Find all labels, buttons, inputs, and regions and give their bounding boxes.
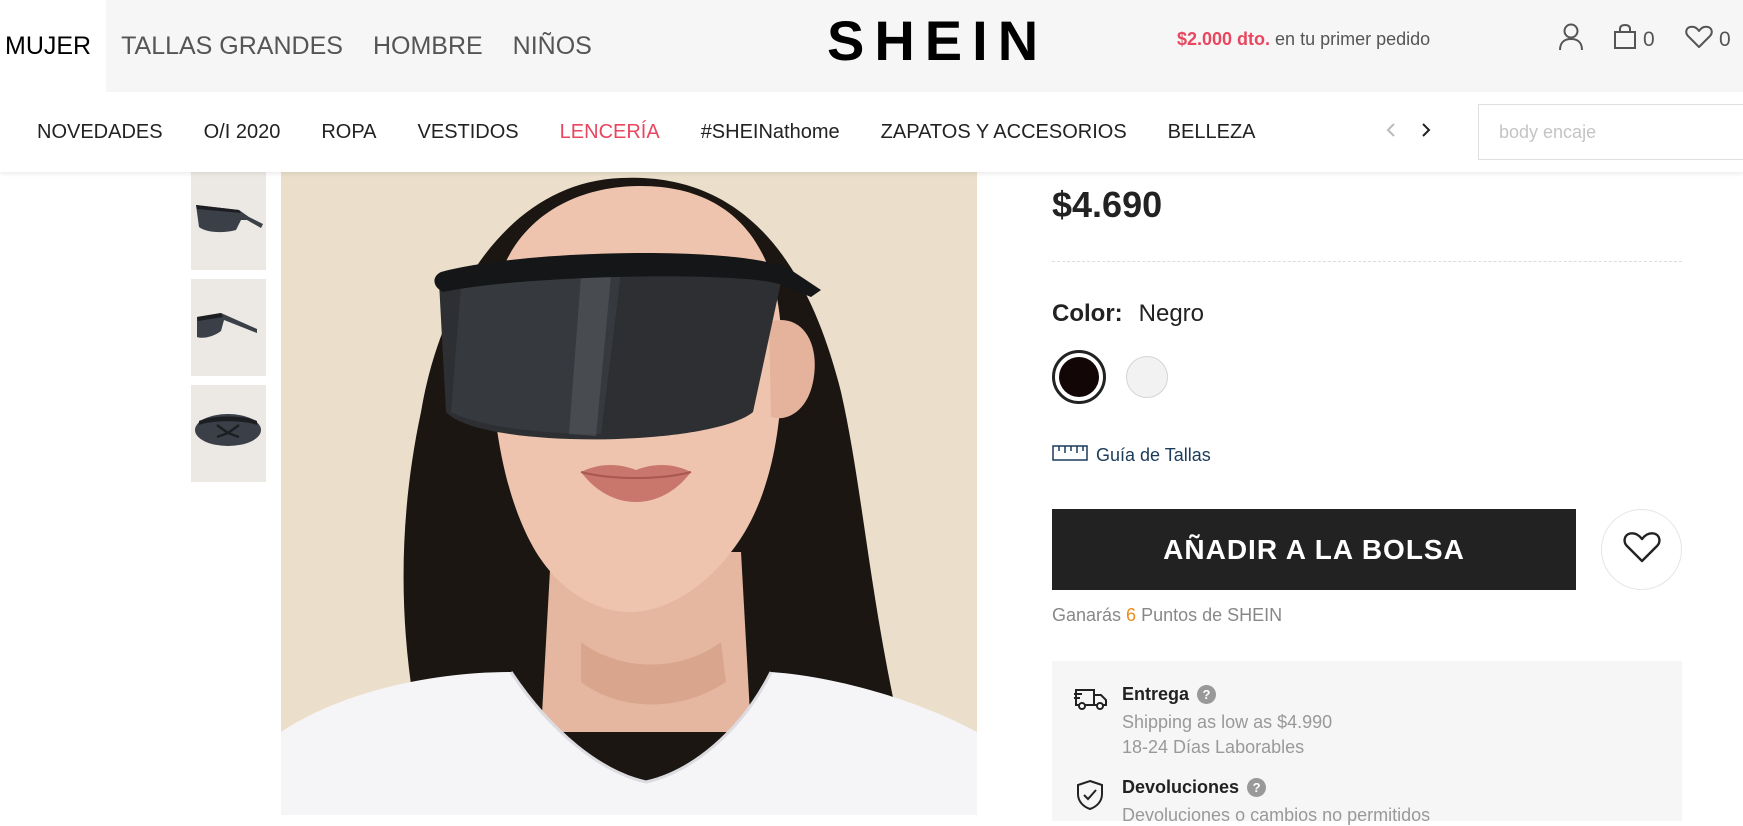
- wishlist-button[interactable]: 0: [1685, 24, 1731, 56]
- shopping-bag-icon: [1613, 23, 1637, 56]
- returns-policy: Devoluciones o cambios no permitidos: [1122, 805, 1431, 825]
- truck-icon: [1074, 687, 1108, 716]
- nav-sheinathome[interactable]: #SHEINathome: [701, 121, 840, 144]
- shield-check-icon: [1076, 779, 1104, 816]
- add-to-bag-button[interactable]: AÑADIR A LA BOLSA: [1052, 509, 1576, 590]
- divider: [1052, 261, 1682, 262]
- points-number: 6: [1126, 605, 1137, 625]
- tab-hombre[interactable]: HOMBRE: [358, 0, 498, 92]
- product-price: $4.690: [1052, 184, 1163, 225]
- delivery-help-icon[interactable]: ?: [1197, 685, 1217, 704]
- reward-points-text: Ganarás 6 Puntos de SHEIN: [1052, 605, 1282, 626]
- nav-zapatos-accesorios[interactable]: ZAPATOS Y ACCESORIOS: [881, 121, 1127, 144]
- delivery-time: 18-24 Días Laborables: [1122, 737, 1305, 757]
- tab-mujer[interactable]: MUJER: [0, 0, 107, 92]
- chevron-left-icon: [1386, 122, 1396, 143]
- product-thumbnail-1[interactable]: [191, 172, 266, 270]
- promo-amount: $2.000 dto.: [1177, 29, 1271, 49]
- size-guide-link[interactable]: Guía de Tallas: [1052, 445, 1211, 466]
- model-wearing-visor-image: [281, 172, 977, 815]
- color-label: Color:: [1052, 300, 1123, 327]
- shein-logo[interactable]: SHEIN: [827, 8, 1048, 73]
- points-suffix: Puntos de SHEIN: [1136, 605, 1283, 625]
- color-swatch-black[interactable]: [1052, 350, 1106, 404]
- nav-belleza[interactable]: BELLEZA: [1168, 121, 1256, 144]
- wishlist-count: 0: [1719, 28, 1731, 51]
- nav-prev-button[interactable]: [1379, 117, 1403, 147]
- nav-ropa[interactable]: ROPA: [321, 121, 376, 144]
- nav-vestidos[interactable]: VESTIDOS: [418, 121, 519, 144]
- delivery-title: Entrega ?: [1122, 684, 1217, 705]
- visor-folded-image: [191, 385, 266, 482]
- swatch-black-fill: [1059, 357, 1099, 397]
- nav-novedades[interactable]: NOVEDADES: [37, 121, 163, 144]
- bag-button[interactable]: 0: [1613, 23, 1655, 56]
- nav-items: NOVEDADES O/I 2020 ROPA VESTIDOS LENCERÍ…: [37, 92, 1297, 172]
- tab-ninos[interactable]: NIÑOS: [498, 0, 607, 92]
- user-icon: [1558, 23, 1584, 57]
- heart-icon: [1622, 531, 1661, 569]
- search-input[interactable]: [1478, 104, 1743, 160]
- points-prefix: Ganarás: [1052, 605, 1127, 625]
- size-guide-label: Guía de Tallas: [1096, 445, 1211, 465]
- top-header: MUJER TALLAS GRANDES HOMBRE NIÑOS SHEIN …: [0, 0, 1743, 92]
- category-tabs: MUJER TALLAS GRANDES HOMBRE NIÑOS: [0, 0, 607, 92]
- delivery-title-text: Entrega: [1122, 684, 1190, 704]
- product-thumbnail-3[interactable]: [191, 385, 266, 482]
- nav-lenceria[interactable]: LENCERÍA: [560, 121, 660, 144]
- product-main-image[interactable]: [281, 172, 977, 815]
- bag-count: 0: [1643, 28, 1655, 51]
- returns-help-icon[interactable]: ?: [1247, 778, 1267, 797]
- heart-icon: [1685, 25, 1713, 55]
- account-button[interactable]: [1558, 23, 1584, 57]
- chevron-right-icon: [1421, 122, 1431, 143]
- shipping-info-box: Entrega ? Shipping as low as $4.990 18-2…: [1052, 661, 1682, 825]
- nav-oi-2020[interactable]: O/I 2020: [204, 121, 281, 144]
- tab-tallas-grandes[interactable]: TALLAS GRANDES: [106, 0, 358, 92]
- category-nav: NOVEDADES O/I 2020 ROPA VESTIDOS LENCERÍ…: [0, 92, 1743, 172]
- promo-banner[interactable]: $2.000 dto. en tu primer pedido: [1177, 29, 1430, 50]
- add-to-wishlist-button[interactable]: [1601, 509, 1682, 590]
- returns-title: Devoluciones ?: [1122, 777, 1267, 798]
- nav-next-button[interactable]: [1414, 117, 1438, 147]
- visor-side-image: [191, 279, 266, 376]
- visor-front-angle-image: [191, 172, 266, 270]
- delivery-shipping-cost: Shipping as low as $4.990: [1122, 712, 1333, 732]
- color-selector-label: Color: Negro: [1052, 300, 1204, 328]
- ruler-icon: [1052, 445, 1088, 466]
- color-value: Negro: [1138, 300, 1205, 327]
- returns-title-text: Devoluciones: [1122, 777, 1240, 797]
- product-thumbnail-2[interactable]: [191, 279, 266, 376]
- color-swatch-clear[interactable]: [1126, 356, 1168, 398]
- promo-text: en tu primer pedido: [1270, 29, 1431, 49]
